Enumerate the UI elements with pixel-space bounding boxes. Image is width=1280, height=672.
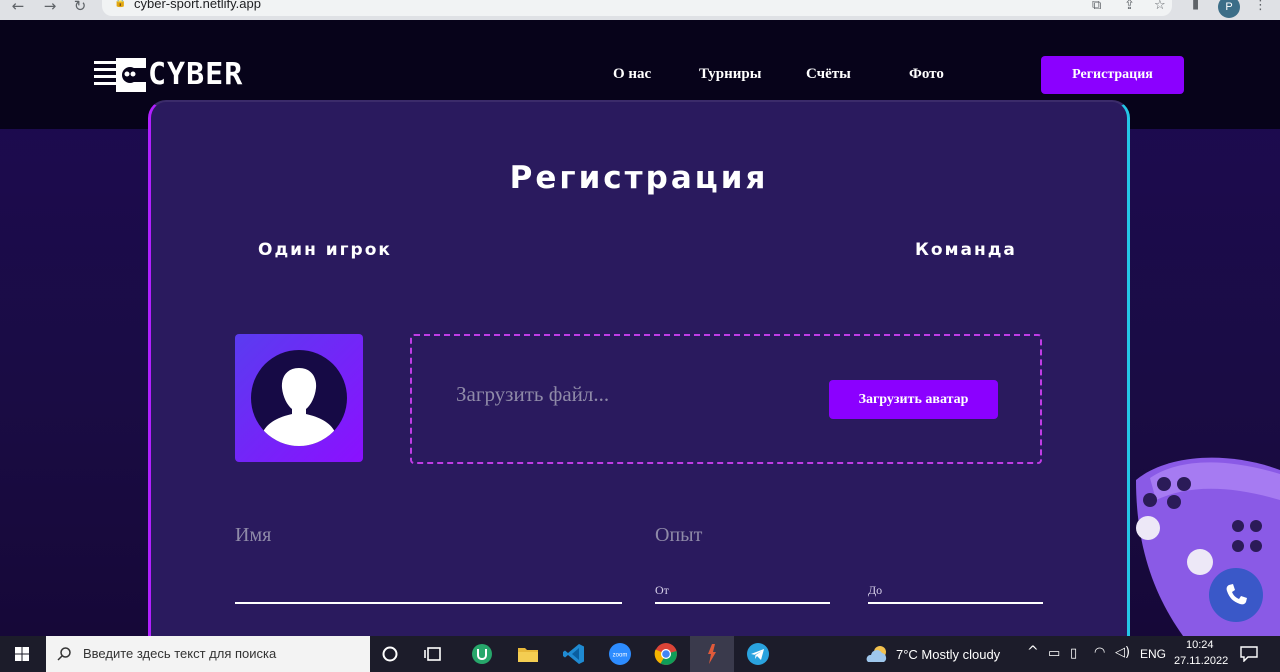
logo-mark-icon [94, 58, 146, 92]
experience-to-input[interactable] [868, 578, 1043, 604]
telegram-icon[interactable] [746, 642, 770, 666]
file-explorer-icon[interactable] [516, 642, 540, 666]
search-placeholder: Введите здесь текст для поиска [83, 646, 277, 661]
nav-scores[interactable]: Счёты [806, 66, 851, 83]
panel-title: Регистрация [509, 160, 769, 196]
page: CYBER О нас Турниры Счёты Фото Регистрац… [0, 20, 1280, 636]
registration-panel: Регистрация Один игрок Команда Загрузить… [148, 100, 1130, 636]
nav-photo[interactable]: Фото [909, 66, 944, 83]
unity-icon[interactable] [470, 642, 494, 666]
tab-team[interactable]: Команда [915, 240, 1017, 260]
url-text[interactable]: cyber-sport.netlify.app [134, 0, 261, 11]
logo[interactable]: CYBER [94, 58, 294, 92]
address-bar[interactable]: 🔒 cyber-sport.netlify.app ⧉ ⇪ ☆ [102, 0, 1172, 16]
task-view-icon[interactable] [422, 642, 446, 666]
wifi-icon[interactable]: ◠ [1094, 645, 1105, 660]
app-icon[interactable] [700, 642, 724, 666]
windows-start-icon[interactable] [0, 636, 44, 672]
browser-toolbar: ← → ↻ 🔒 cyber-sport.netlify.app ⧉ ⇪ ☆ ▮ … [0, 0, 1280, 20]
chrome-icon[interactable] [654, 642, 678, 666]
chevron-up-icon[interactable]: ^ [1027, 644, 1039, 660]
volume-icon[interactable]: ◁) [1115, 645, 1130, 660]
clock-time[interactable]: 10:24 [1186, 639, 1214, 651]
forward-icon[interactable]: → [40, 0, 60, 18]
file-dropzone[interactable]: Загрузить файл... Загрузить аватар [410, 334, 1042, 464]
weather-cloud-icon[interactable] [864, 644, 890, 664]
profile-avatar[interactable]: P [1218, 0, 1240, 18]
notifications-icon[interactable] [1240, 646, 1258, 662]
upload-placeholder: Загрузить файл... [456, 382, 610, 406]
meet-now-icon[interactable]: ▭ [1048, 646, 1060, 661]
register-button[interactable]: Регистрация [1041, 56, 1184, 94]
reload-icon[interactable]: ↻ [70, 0, 90, 18]
taskbar-search[interactable]: Введите здесь текст для поиска [46, 636, 370, 672]
share-icon[interactable]: ⇪ [1124, 0, 1135, 13]
cortana-icon[interactable] [378, 642, 402, 666]
star-icon[interactable]: ☆ [1154, 0, 1166, 13]
svg-text:zoom: zoom [613, 653, 628, 659]
taskbar: Введите здесь текст для поиска zoom 7°C … [0, 636, 1280, 672]
name-input[interactable] [235, 566, 622, 604]
back-icon[interactable]: ← [8, 0, 28, 18]
language-indicator[interactable]: ENG [1140, 647, 1166, 661]
menu-icon[interactable]: ⋮ [1254, 0, 1267, 13]
vscode-icon[interactable] [562, 642, 586, 666]
battery-icon[interactable]: ▯ [1070, 646, 1077, 661]
zoom-icon[interactable]: zoom [608, 642, 632, 666]
logo-text: CYBER [148, 57, 244, 92]
upload-avatar-button[interactable]: Загрузить аватар [829, 380, 998, 419]
experience-from-input[interactable] [655, 578, 830, 604]
user-silhouette-icon [251, 350, 347, 446]
avatar-preview [235, 334, 363, 462]
sidebar-icon[interactable]: ▮ [1192, 0, 1199, 12]
call-button[interactable] [1209, 568, 1263, 622]
nav-about[interactable]: О нас [613, 66, 651, 83]
clock-date[interactable]: 27.11.2022 [1174, 655, 1228, 667]
tab-single-player[interactable]: Один игрок [258, 240, 392, 260]
phone-icon [1226, 584, 1247, 605]
nav-tournaments[interactable]: Турниры [699, 66, 761, 83]
lock-icon[interactable]: 🔒 [114, 0, 126, 8]
weather-text[interactable]: 7°C Mostly cloudy [896, 647, 1000, 662]
search-icon [57, 647, 71, 661]
translate-icon[interactable]: ⧉ [1092, 0, 1101, 13]
name-label: Имя [235, 524, 272, 546]
experience-label: Опыт [655, 524, 703, 546]
